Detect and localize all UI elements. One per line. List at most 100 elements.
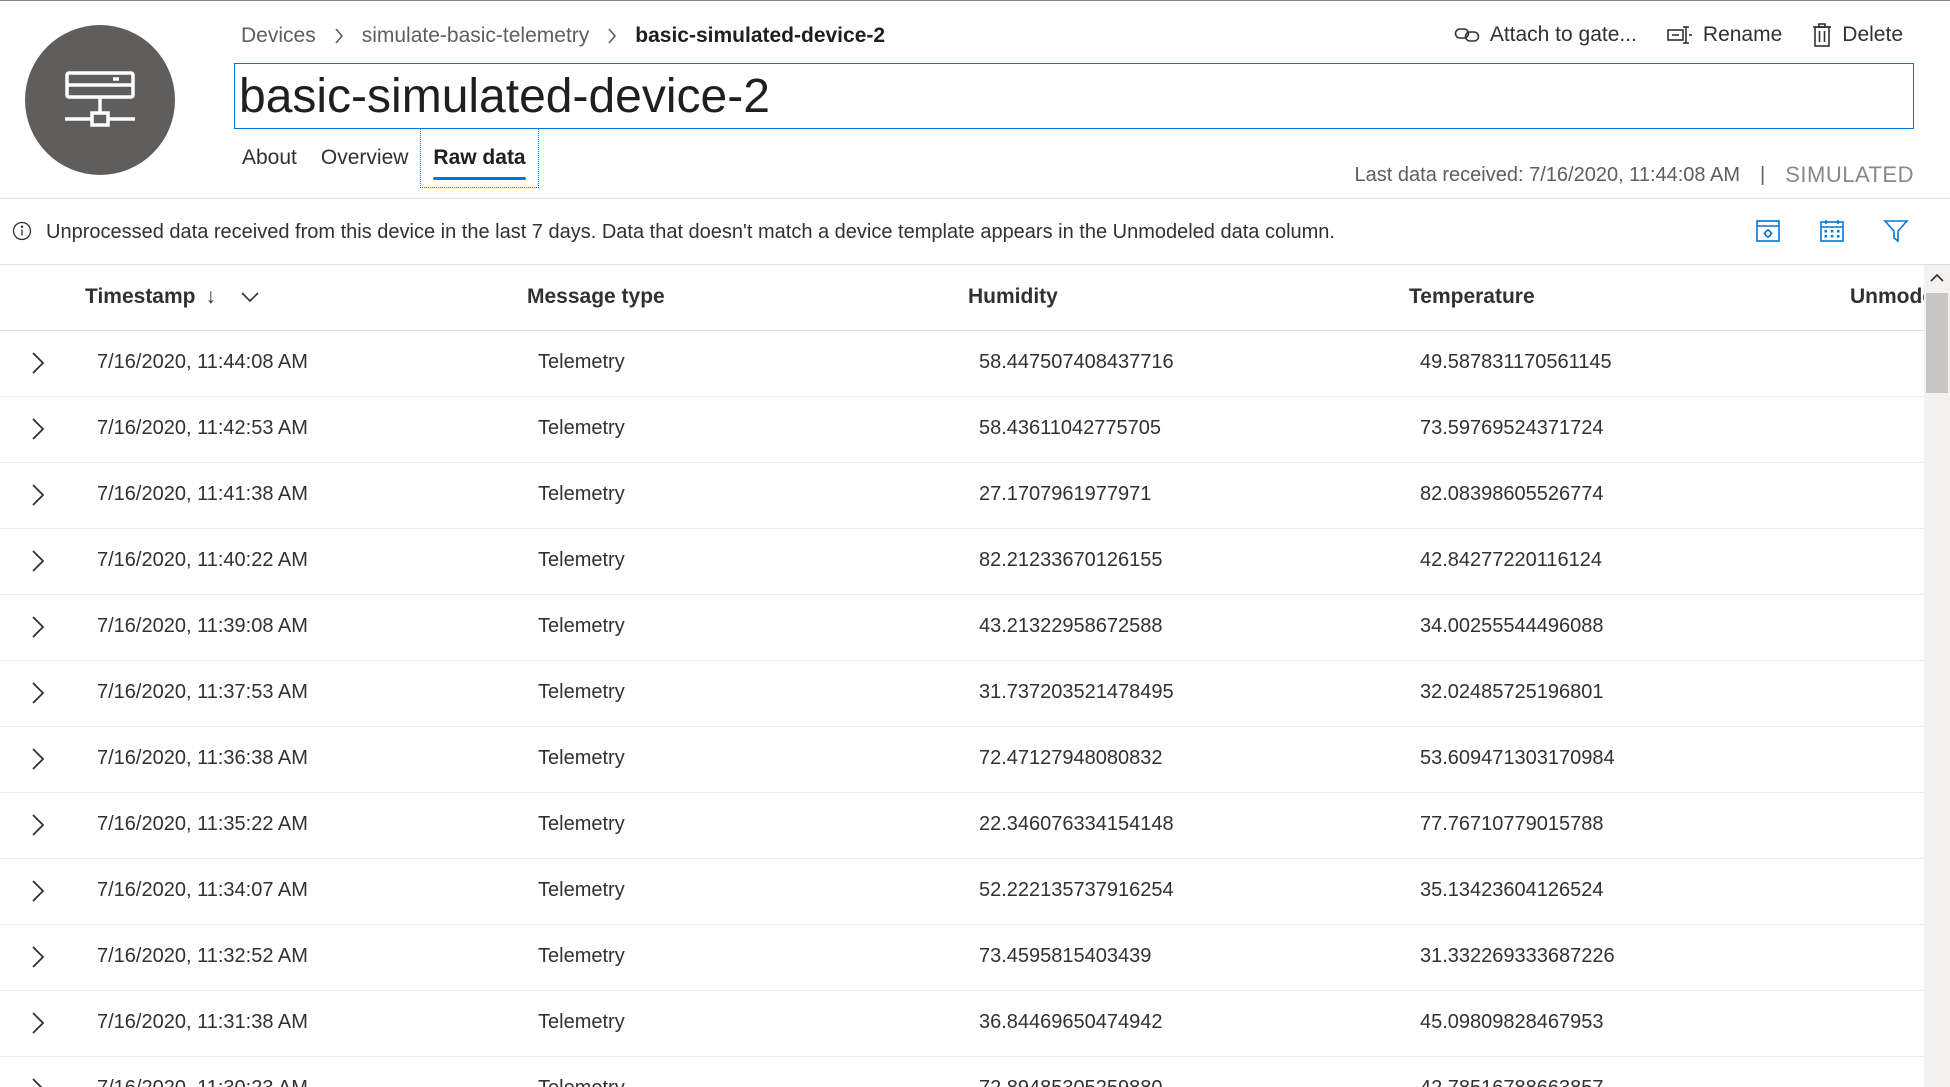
chevron-right-icon	[32, 814, 45, 836]
date-range-button[interactable]	[1818, 217, 1846, 245]
info-text: Unprocessed data received from this devi…	[46, 221, 1335, 243]
table-toolbar	[1754, 217, 1910, 245]
cell-temperature: 42.78516788663857	[1420, 1077, 1604, 1087]
chevron-right-icon	[334, 28, 344, 44]
scroll-up-button[interactable]	[1924, 265, 1950, 291]
cell-temperature: 35.13423604126524	[1420, 879, 1604, 901]
chevron-down-icon[interactable]	[240, 291, 260, 303]
table-row[interactable]: 7/16/2020, 11:44:08 AM Telemetry 58.447507…	[0, 331, 1924, 397]
expand-row-button[interactable]	[26, 811, 50, 839]
cell-timestamp: 7/16/2020, 11:34:07 AM	[97, 879, 308, 901]
expand-row-button[interactable]	[26, 481, 50, 509]
link-icon	[1454, 28, 1480, 42]
network-device-icon	[65, 71, 135, 127]
expand-row-button[interactable]	[26, 1075, 50, 1087]
expand-row-button[interactable]	[26, 679, 50, 707]
cell-temperature: 73.59769524371724	[1420, 417, 1604, 439]
cell-humidity: 58.43611042775705	[979, 417, 1162, 439]
cell-temperature: 31.332269333687226	[1420, 945, 1615, 967]
cell-message-type: Telemetry	[538, 681, 625, 703]
cell-timestamp: 7/16/2020, 11:41:38 AM	[97, 483, 308, 505]
breadcrumb: Devices simulate-basic-telemetry basic-s…	[241, 22, 885, 50]
cell-temperature: 45.09809828467953	[1420, 1011, 1604, 1033]
table-row[interactable]: 7/16/2020, 11:30:23 AM Telemetry 72.894853…	[0, 1057, 1924, 1087]
window-top-border	[0, 0, 1950, 1]
chevron-right-icon	[32, 418, 45, 440]
table-row[interactable]: 7/16/2020, 11:36:38 AM Telemetry 72.471279…	[0, 727, 1924, 793]
expand-row-button[interactable]	[26, 415, 50, 443]
tab-raw-data[interactable]: Raw data	[420, 128, 539, 188]
cell-temperature: 82.08398605526774	[1420, 483, 1604, 505]
table-row[interactable]: 7/16/2020, 11:32:52 AM Telemetry 73.459581…	[0, 925, 1924, 991]
cell-timestamp: 7/16/2020, 11:39:08 AM	[97, 615, 308, 637]
breadcrumb-devices[interactable]: Devices	[241, 24, 316, 48]
table-row[interactable]: 7/16/2020, 11:40:22 AM Telemetry 82.212336…	[0, 529, 1924, 595]
device-name-input[interactable]	[234, 63, 1914, 129]
last-data-received: Last data received: 7/16/2020, 11:44:08 …	[1354, 163, 1741, 186]
status-separator: |	[1760, 163, 1766, 186]
cell-temperature: 77.76710779015788	[1420, 813, 1604, 835]
delete-button[interactable]: Delete	[1812, 20, 1903, 50]
cell-humidity: 27.1707961977971	[979, 483, 1152, 505]
command-bar: Attach to gate... Rename Delete	[1454, 20, 1903, 50]
table-row[interactable]: 7/16/2020, 11:35:22 AM Telemetry 22.346076…	[0, 793, 1924, 859]
cell-timestamp: 7/16/2020, 11:31:38 AM	[97, 1011, 308, 1033]
rename-icon	[1667, 26, 1692, 44]
table-row[interactable]: 7/16/2020, 11:42:53 AM Telemetry 58.436110…	[0, 397, 1924, 463]
table-row[interactable]: 7/16/2020, 11:34:07 AM Telemetry 52.222135…	[0, 859, 1924, 925]
rename-button[interactable]: Rename	[1667, 20, 1782, 50]
breadcrumb-template[interactable]: simulate-basic-telemetry	[362, 24, 590, 48]
chevron-right-icon	[32, 880, 45, 902]
column-options-button[interactable]	[1754, 217, 1782, 245]
table-header: Timestamp ↓ Message type Humidity Temper…	[0, 265, 1924, 331]
cell-timestamp: 7/16/2020, 11:35:22 AM	[97, 813, 308, 835]
device-avatar	[25, 25, 175, 175]
expand-row-button[interactable]	[26, 745, 50, 773]
table-row[interactable]: 7/16/2020, 11:41:38 AM Telemetry 27.170796…	[0, 463, 1924, 529]
expand-row-button[interactable]	[26, 943, 50, 971]
trash-icon	[1813, 23, 1832, 47]
cell-temperature: 49.587831170561145	[1420, 351, 1612, 373]
raw-data-table: Timestamp ↓ Message type Humidity Temper…	[0, 265, 1924, 1087]
filter-button[interactable]	[1882, 217, 1910, 245]
cell-temperature: 42.84277220116124	[1420, 549, 1603, 571]
cell-humidity: 82.21233670126155	[979, 549, 1163, 571]
expand-row-button[interactable]	[26, 613, 50, 641]
column-options-icon	[1756, 220, 1780, 242]
column-header-unmodeled[interactable]: Unmode	[1850, 285, 1924, 309]
column-header-humidity[interactable]: Humidity	[968, 285, 1058, 309]
cell-temperature: 32.02485725196801	[1420, 681, 1604, 703]
cell-humidity: 43.21322958672588	[979, 615, 1163, 637]
cell-timestamp: 7/16/2020, 11:37:53 AM	[97, 681, 308, 703]
expand-row-button[interactable]	[26, 349, 50, 377]
breadcrumb-current-device: basic-simulated-device-2	[635, 24, 886, 47]
scrollbar-thumb[interactable]	[1926, 293, 1948, 393]
table-row[interactable]: 7/16/2020, 11:37:53 AM Telemetry 31.737203…	[0, 661, 1924, 727]
column-header-temperature[interactable]: Temperature	[1409, 285, 1535, 309]
chevron-right-icon	[32, 682, 45, 704]
sort-descending-icon: ↓	[205, 285, 217, 308]
chevron-right-icon	[32, 352, 45, 374]
expand-row-button[interactable]	[26, 1009, 50, 1037]
cell-temperature: 53.609471303170984	[1420, 747, 1615, 769]
attach-to-gateway-button[interactable]: Attach to gate...	[1454, 20, 1637, 50]
tab-overview[interactable]: Overview	[309, 128, 421, 188]
chevron-right-icon	[32, 1078, 43, 1087]
calendar-icon	[1820, 220, 1844, 242]
table-row[interactable]: 7/16/2020, 11:39:08 AM Telemetry 43.213229…	[0, 595, 1924, 661]
chevron-right-icon	[32, 484, 45, 506]
table-row[interactable]: 7/16/2020, 11:31:38 AM Telemetry 36.844696…	[0, 991, 1924, 1057]
cell-temperature: 34.00255544496088	[1420, 615, 1604, 637]
vertical-scrollbar[interactable]	[1924, 265, 1950, 1087]
tab-about[interactable]: About	[230, 128, 309, 188]
info-bar: Unprocessed data received from this devi…	[0, 199, 1950, 264]
expand-row-button[interactable]	[26, 877, 50, 905]
expand-row-button[interactable]	[26, 547, 50, 575]
column-header-message-type[interactable]: Message type	[527, 285, 665, 309]
cell-humidity: 31.737203521478495	[979, 681, 1174, 703]
cell-message-type: Telemetry	[538, 813, 625, 835]
rename-label: Rename	[1702, 23, 1783, 46]
simulated-badge: SIMULATED	[1785, 162, 1914, 187]
column-header-timestamp[interactable]: Timestamp ↓	[85, 285, 260, 309]
cell-message-type: Telemetry	[538, 945, 625, 967]
